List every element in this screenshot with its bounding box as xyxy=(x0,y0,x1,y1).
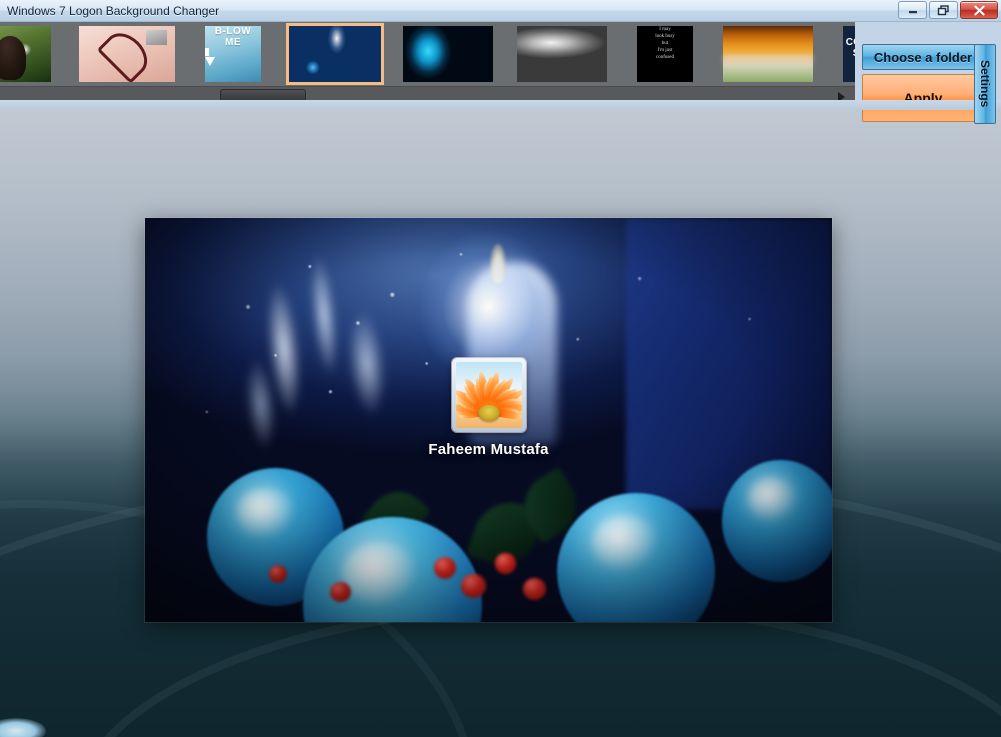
thumbnail-green-portrait[interactable] xyxy=(0,23,54,85)
thumbnail-image xyxy=(79,26,175,82)
thumbnail-foggy-sunset[interactable] xyxy=(720,23,816,85)
thumbnail-text-line3: SUCKS xyxy=(843,48,855,59)
restore-button[interactable] xyxy=(929,1,958,19)
settings-button[interactable]: Settings xyxy=(974,44,996,124)
thumbnail-image: B-LOW ME xyxy=(205,26,261,82)
thumbnail-image: I may look busy but I'm just confused xyxy=(637,26,693,82)
thumbnail-text-line1: B-LOW xyxy=(214,26,252,37)
thumbnail-image xyxy=(0,26,51,82)
title-bar[interactable]: Windows 7 Logon Background Changer xyxy=(0,0,1001,22)
thumbnail-text-line1: MY xyxy=(843,26,855,37)
thumbnail-image: MY COLLEGE SUCKS xyxy=(843,26,855,82)
logon-user-name: Faheem Mustafa xyxy=(428,441,549,458)
avatar-image xyxy=(455,362,522,428)
settings-button-label: Settings xyxy=(978,60,992,108)
app-root: Faheem Mustafa Windows 7 Logon Backgroun… xyxy=(0,0,1001,737)
minimize-button[interactable] xyxy=(898,1,927,19)
wallpaper-thumbnail-strip[interactable]: B-LOW ME I may look busy but I'm just co… xyxy=(0,22,855,86)
choose-folder-button[interactable]: Choose a folder xyxy=(862,44,984,70)
logon-preview[interactable]: Faheem Mustafa xyxy=(145,218,832,622)
thumbnail-text-line2: COLLEGE xyxy=(845,37,855,48)
app-window: Windows 7 Logon Background Changer B-LOW… xyxy=(0,0,1001,124)
close-button[interactable] xyxy=(960,1,998,19)
thumbnail-my-college-sucks[interactable]: MY COLLEGE SUCKS xyxy=(840,23,855,85)
thumbnail-quote-text: I may look busy but I'm just confused xyxy=(655,27,675,60)
apply-button[interactable]: Apply xyxy=(862,74,984,122)
thumbnail-christmas-candle[interactable] xyxy=(286,23,384,85)
arrow-down-icon xyxy=(205,57,215,66)
avatar[interactable] xyxy=(451,358,526,432)
thumbnail-image xyxy=(517,26,607,82)
toolbar-area: B-LOW ME I may look busy but I'm just co… xyxy=(0,22,1001,124)
thumbnail-b-low-me[interactable]: B-LOW ME xyxy=(202,23,264,85)
daisy-center xyxy=(477,404,500,421)
thumbnail-image xyxy=(403,26,493,82)
window-title: Windows 7 Logon Background Changer xyxy=(7,4,220,18)
thumbnail-text-line2: ME xyxy=(225,37,241,48)
thumbnail-image xyxy=(723,26,813,82)
thumbnail-heart-hands[interactable] xyxy=(76,23,178,85)
thumbnail-blue-fire[interactable] xyxy=(400,23,496,85)
logon-user-tile[interactable]: Faheem Mustafa xyxy=(145,358,832,458)
thumbnail-quote[interactable]: I may look busy but I'm just confused xyxy=(634,23,696,85)
thumbnail-list: B-LOW ME I may look busy but I'm just co… xyxy=(0,23,855,85)
window-controls xyxy=(898,1,998,19)
arrow-stem-icon xyxy=(205,48,209,56)
thumbnail-image xyxy=(289,26,381,82)
window-bottom-edge xyxy=(0,100,1001,110)
thumbnail-gray-abstract[interactable] xyxy=(514,23,610,85)
background-glow xyxy=(0,718,46,737)
